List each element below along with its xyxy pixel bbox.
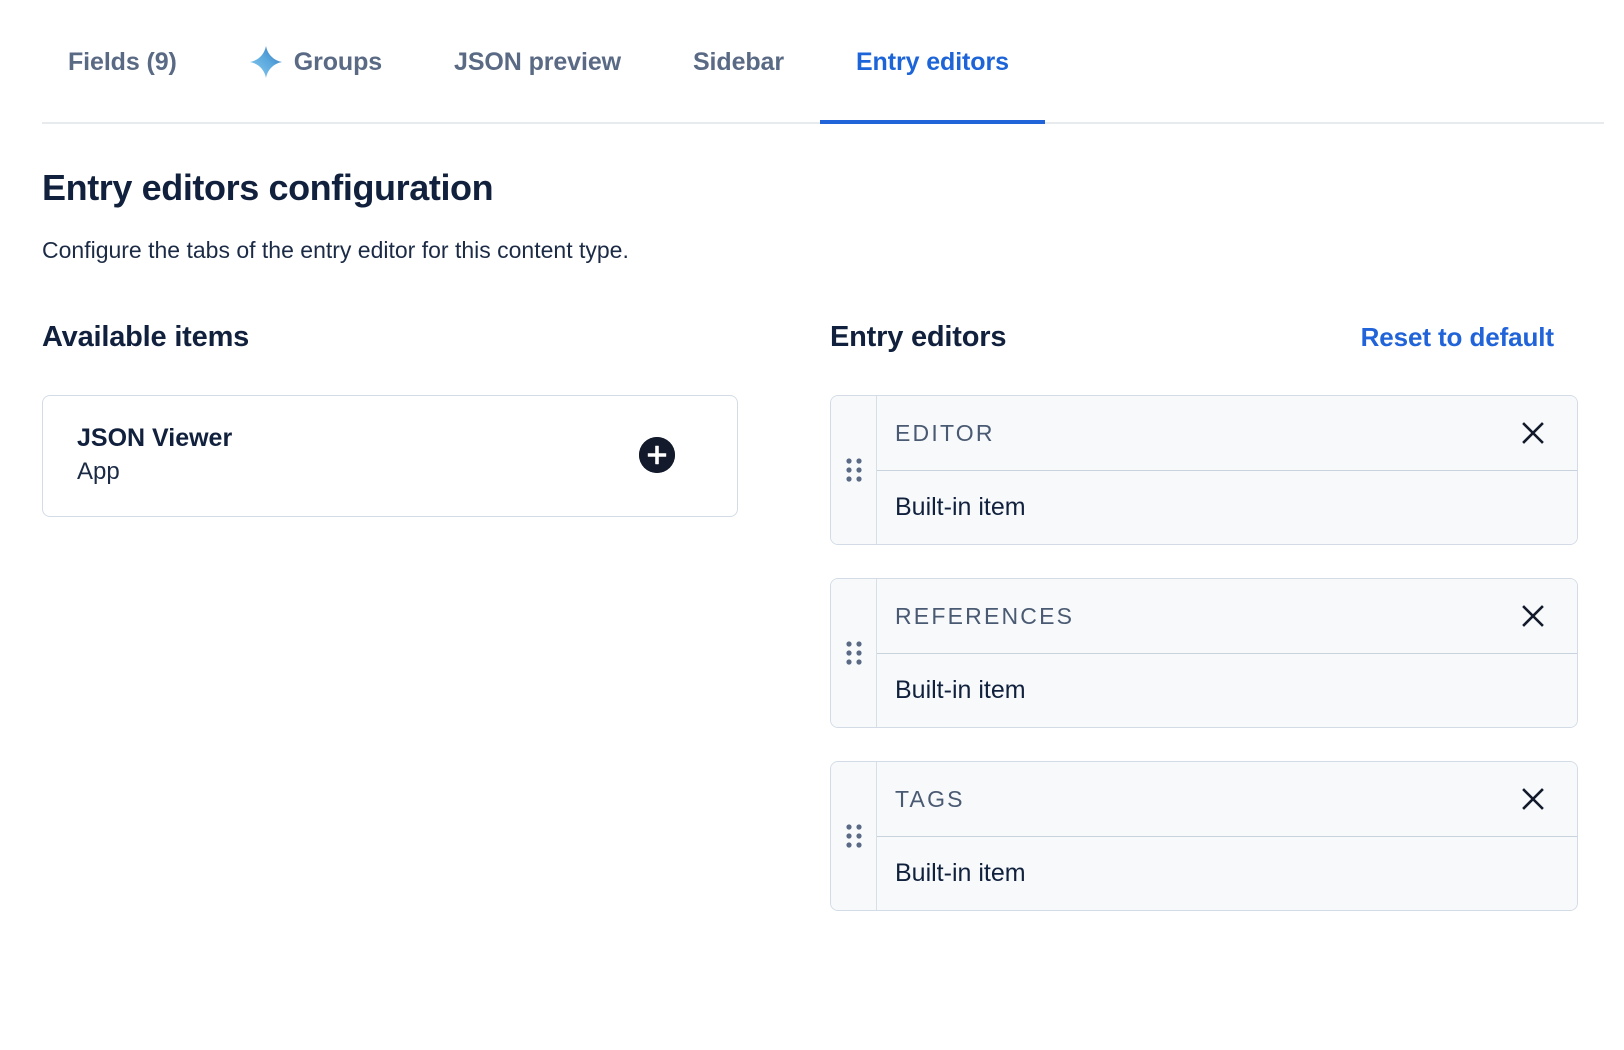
entry-editor-label: TAGS bbox=[895, 788, 965, 811]
drag-handle-icon bbox=[845, 457, 863, 483]
tab-entry-editors[interactable]: Entry editors bbox=[820, 0, 1045, 124]
close-icon bbox=[1518, 784, 1548, 814]
available-item-type: App bbox=[77, 460, 232, 484]
tab-fields-label: Fields (9) bbox=[68, 48, 177, 77]
drag-handle[interactable] bbox=[831, 762, 877, 910]
tab-groups[interactable]: Groups bbox=[213, 0, 418, 124]
remove-entry-editor-button[interactable] bbox=[1513, 596, 1553, 636]
entry-editor-body: TAGS Built-in item bbox=[877, 762, 1577, 910]
available-items-header: Available items bbox=[42, 321, 782, 357]
entry-editors-panel: Entry editors Reset to default bbox=[830, 321, 1582, 911]
entry-editors-list: EDITOR Built-in item bbox=[830, 395, 1578, 911]
tab-sidebar[interactable]: Sidebar bbox=[657, 0, 820, 124]
drag-handle[interactable] bbox=[831, 579, 877, 727]
drag-handle-icon bbox=[845, 823, 863, 849]
reset-to-default-link[interactable]: Reset to default bbox=[1361, 322, 1582, 353]
tab-json-preview[interactable]: JSON preview bbox=[418, 0, 657, 124]
sparkle-icon bbox=[249, 45, 283, 79]
entry-editor-card[interactable]: TAGS Built-in item bbox=[830, 761, 1578, 911]
entry-editors-header: Entry editors Reset to default bbox=[830, 321, 1582, 357]
entry-editor-content: Built-in item bbox=[877, 471, 1577, 544]
entry-editor-card[interactable]: EDITOR Built-in item bbox=[830, 395, 1578, 545]
page-title: Entry editors configuration bbox=[42, 168, 1582, 208]
entry-editor-label: REFERENCES bbox=[895, 605, 1074, 628]
entry-editor-item-label: Built-in item bbox=[895, 495, 1026, 520]
add-item-button[interactable] bbox=[639, 437, 675, 473]
page-subtitle: Configure the tabs of the entry editor f… bbox=[42, 236, 1582, 266]
drag-handle-icon bbox=[845, 640, 863, 666]
entry-editor-content: Built-in item bbox=[877, 654, 1577, 727]
entry-editor-content: Built-in item bbox=[877, 837, 1577, 910]
available-item-text: JSON Viewer App bbox=[77, 426, 232, 484]
close-icon bbox=[1518, 601, 1548, 631]
configuration-columns: Available items JSON Viewer App Entry ed bbox=[0, 321, 1624, 911]
tab-sidebar-label: Sidebar bbox=[693, 48, 784, 77]
remove-entry-editor-button[interactable] bbox=[1513, 779, 1553, 819]
entry-editors-title: Entry editors bbox=[830, 321, 1006, 354]
tab-list: Fields (9) Groups JSON preview bbox=[42, 0, 1045, 124]
entry-editor-card[interactable]: REFERENCES Built-in item bbox=[830, 578, 1578, 728]
tab-bar: Fields (9) Groups JSON preview bbox=[0, 0, 1624, 124]
remove-entry-editor-button[interactable] bbox=[1513, 413, 1553, 453]
entry-editor-body: REFERENCES Built-in item bbox=[877, 579, 1577, 727]
entry-editor-label: EDITOR bbox=[895, 422, 995, 445]
available-item-card[interactable]: JSON Viewer App bbox=[42, 395, 738, 517]
tab-entry-editors-label: Entry editors bbox=[856, 48, 1009, 77]
plus-circle-icon bbox=[639, 437, 675, 473]
page-header: Entry editors configuration Configure th… bbox=[0, 124, 1624, 265]
entry-editor-item-label: Built-in item bbox=[895, 861, 1026, 886]
available-item-name: JSON Viewer bbox=[77, 426, 232, 451]
entry-editor-header: REFERENCES bbox=[877, 579, 1577, 654]
available-items-title: Available items bbox=[42, 321, 249, 354]
available-items-panel: Available items JSON Viewer App bbox=[42, 321, 782, 517]
drag-handle[interactable] bbox=[831, 396, 877, 544]
entry-editor-item-label: Built-in item bbox=[895, 678, 1026, 703]
tab-groups-label: Groups bbox=[294, 48, 382, 77]
close-icon bbox=[1518, 418, 1548, 448]
entry-editor-body: EDITOR Built-in item bbox=[877, 396, 1577, 544]
entry-editor-header: EDITOR bbox=[877, 396, 1577, 471]
tab-fields[interactable]: Fields (9) bbox=[42, 0, 213, 124]
tab-json-preview-label: JSON preview bbox=[454, 48, 621, 77]
entry-editor-header: TAGS bbox=[877, 762, 1577, 837]
